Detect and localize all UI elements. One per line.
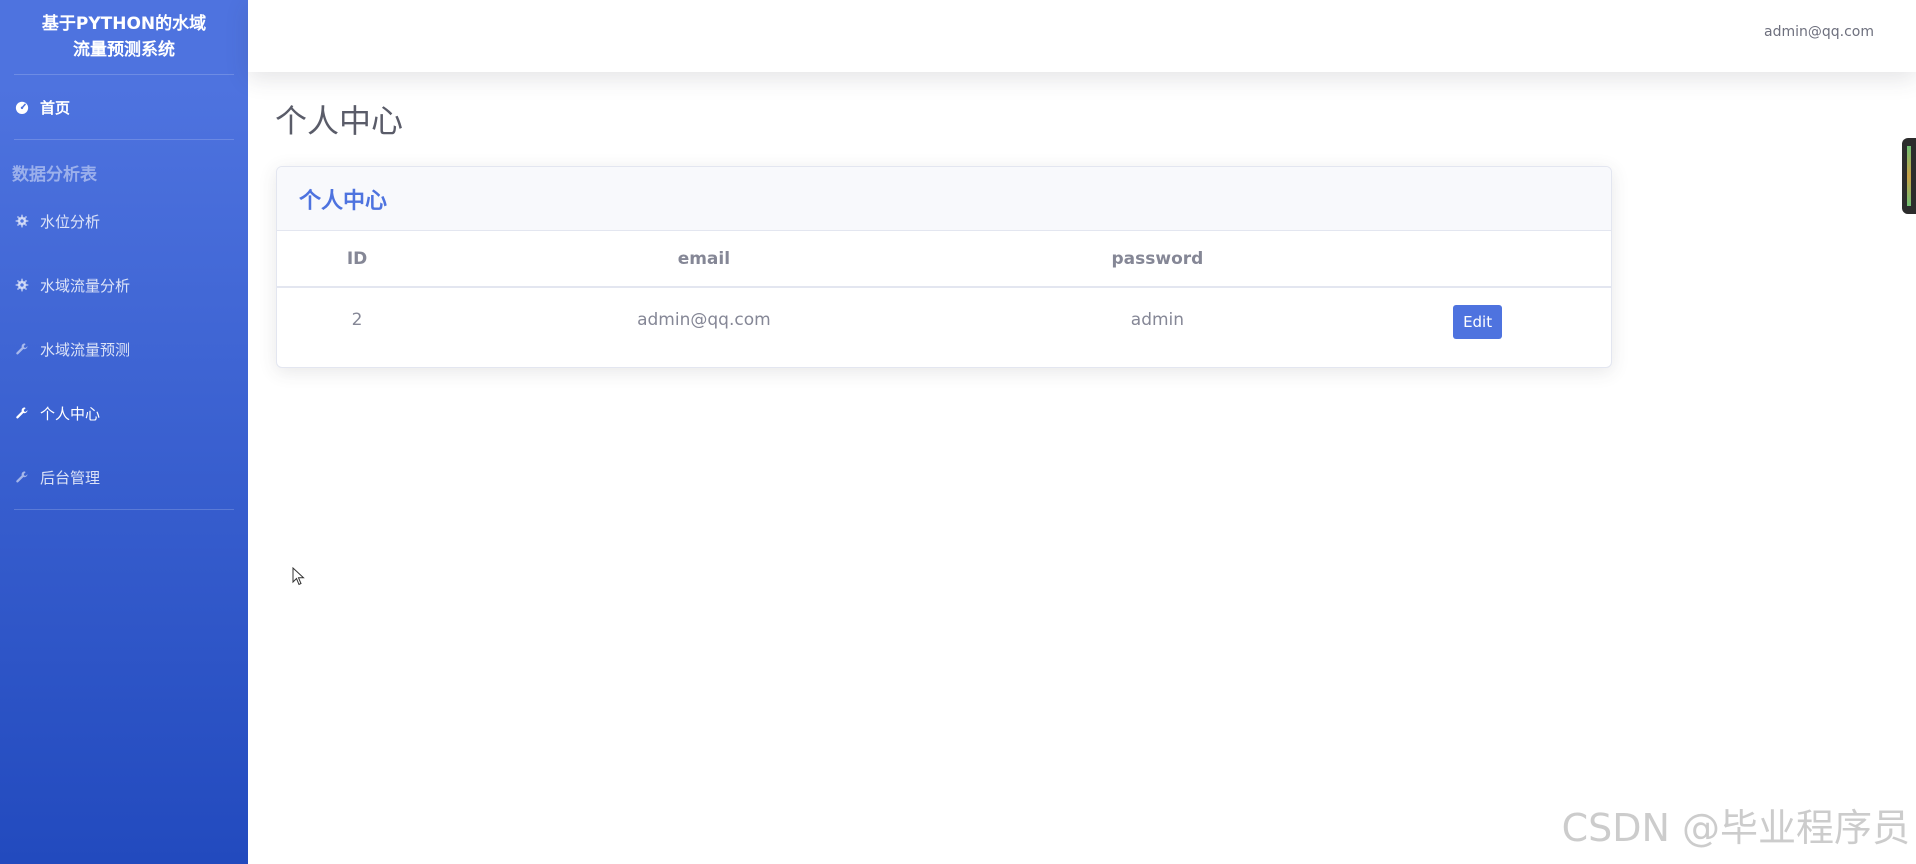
mouse-cursor-icon <box>292 567 305 586</box>
column-header-id: ID <box>277 231 438 288</box>
main-content: 个人中心 个人中心 ID email password 2 admin@qq.c… <box>248 72 1916 864</box>
gear-icon <box>14 277 30 293</box>
sidebar-item-label: 个人中心 <box>40 404 101 423</box>
user-email[interactable]: admin@qq.com <box>1764 24 1874 40</box>
edit-button[interactable]: Edit <box>1453 304 1503 339</box>
page-title: 个人中心 <box>275 102 404 140</box>
watermark: CSDN @毕业程序员 <box>1561 806 1910 850</box>
gear-icon <box>14 213 30 229</box>
sidebar-divider <box>14 509 234 510</box>
card-title: 个人中心 <box>277 167 1611 231</box>
sidebar-item-label: 首页 <box>40 98 71 117</box>
brand-title[interactable]: 基于PYTHON的水域 流量预测系统 <box>0 0 248 74</box>
brand-line-2: 流量预测系统 <box>73 40 175 60</box>
cell-action: Edit <box>1344 287 1611 351</box>
sidebar-item-label: 后台管理 <box>40 468 101 487</box>
cell-email: admin@qq.com <box>637 309 771 330</box>
profile-table: ID email password 2 admin@qq.com admin E… <box>277 231 1611 351</box>
column-header-password: password <box>970 231 1345 288</box>
sidebar-section-heading: 数据分析表 <box>12 165 97 185</box>
sidebar-item-label: 水域流量分析 <box>40 276 131 295</box>
sidebar-item-flow-prediction[interactable]: 水域流量预测 <box>0 317 248 381</box>
table-row: 2 admin@qq.com admin Edit <box>277 287 1611 351</box>
sidebar-item-label: 水域流量预测 <box>40 340 131 359</box>
column-header-email: email <box>437 231 971 288</box>
sidebar-item-admin[interactable]: 后台管理 <box>0 445 248 509</box>
column-header-action <box>1344 231 1611 288</box>
sidebar-item-water-level[interactable]: 水位分析 <box>0 189 248 253</box>
wrench-icon <box>14 469 30 485</box>
scrollbar-handle[interactable] <box>1902 138 1916 214</box>
profile-card: 个人中心 ID email password 2 admin@qq.com ad… <box>276 166 1612 368</box>
sidebar: 基于PYTHON的水域 流量预测系统 首页 数据分析表 水位分析 水域流量分析 … <box>0 0 248 864</box>
sidebar-item-home[interactable]: 首页 <box>0 75 248 139</box>
scrollbar-indicator <box>1907 146 1911 206</box>
wrench-icon <box>14 341 30 357</box>
sidebar-item-flow-analysis[interactable]: 水域流量分析 <box>0 253 248 317</box>
dashboard-icon <box>14 99 30 115</box>
sidebar-item-profile[interactable]: 个人中心 <box>0 381 248 445</box>
table-header-row: ID email password <box>277 231 1611 288</box>
cell-id: 2 <box>351 309 363 330</box>
topbar: admin@qq.com <box>248 0 1916 72</box>
wrench-icon <box>14 405 30 421</box>
brand-line-1: 基于PYTHON的水域 <box>41 14 207 34</box>
sidebar-item-label: 水位分析 <box>40 212 101 231</box>
cell-password: admin <box>1130 309 1185 330</box>
